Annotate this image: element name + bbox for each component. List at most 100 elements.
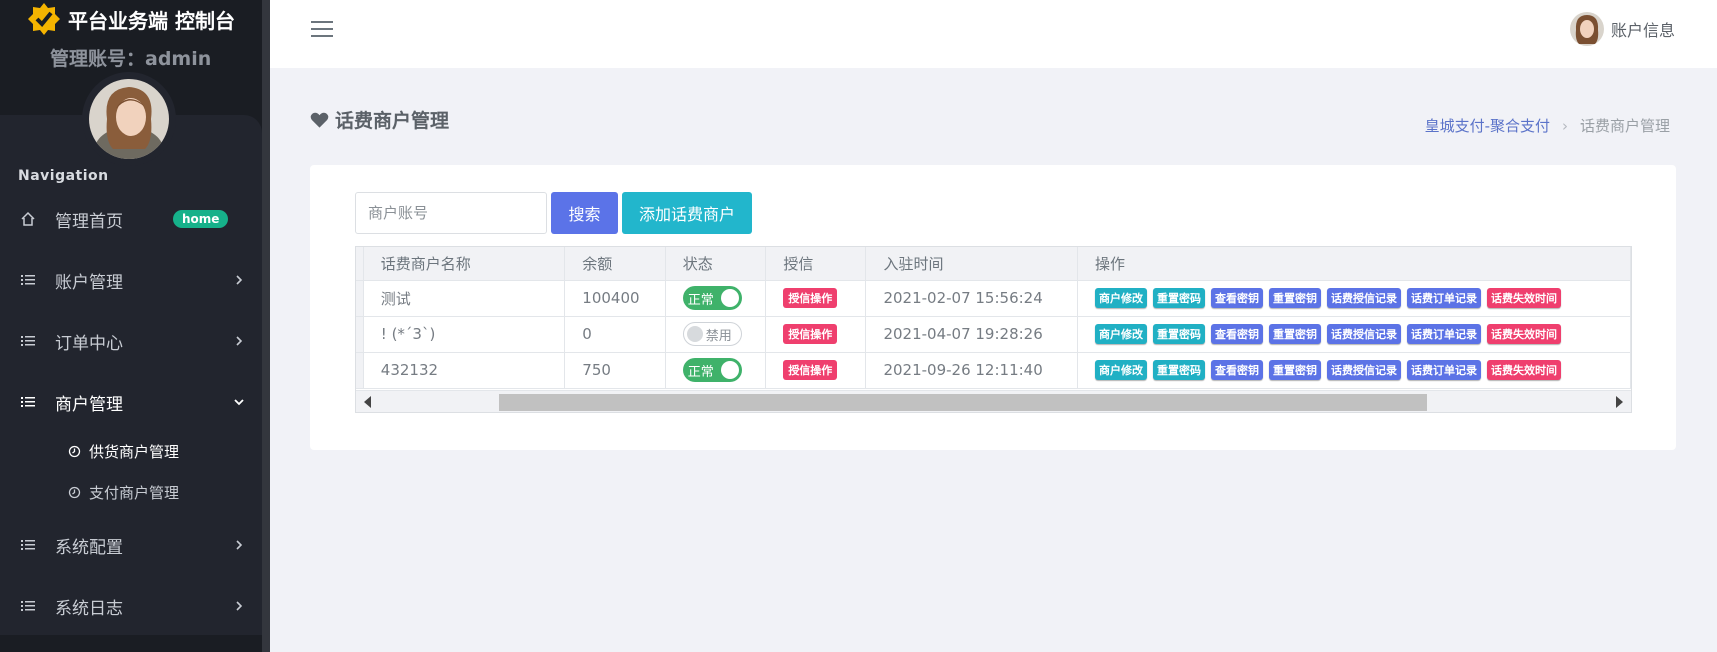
status-toggle[interactable]: 正常 [682, 286, 742, 310]
reset-key-button[interactable]: 重置密钥 [1268, 360, 1321, 380]
nav-heading: Navigation [18, 168, 109, 184]
scroll-right-icon[interactable] [1616, 396, 1623, 408]
chevron-right-icon [236, 540, 243, 550]
expiry-time-button[interactable]: 话费失效时间 [1486, 288, 1561, 308]
credit-cell: 授信操作 [765, 352, 867, 389]
home-icon [21, 211, 35, 226]
toggle-knob [720, 361, 739, 379]
reset-key-button[interactable]: 重置密钥 [1268, 288, 1321, 308]
balance-cell: 750 [564, 352, 666, 389]
sub-item-pay-merchants[interactable]: 支付商户管理 [0, 477, 262, 507]
page-title: 话费商户管理 [310, 106, 449, 133]
reset-password-button[interactable]: 重置密码 [1152, 288, 1205, 308]
order-records-button[interactable]: 话费订单记录 [1406, 288, 1481, 308]
reset-password-button[interactable]: 重置密码 [1152, 360, 1205, 380]
reset-password-button[interactable]: 重置密码 [1152, 324, 1205, 344]
status-toggle[interactable]: 正常 [682, 358, 742, 382]
credit-operation-button[interactable]: 授信操作 [783, 360, 838, 380]
sidebar-edge [262, 0, 270, 652]
admin-account-label: 管理账号：admin [50, 48, 212, 70]
nav-item-account[interactable]: 账户管理 [0, 260, 262, 300]
chevron-right-icon [236, 275, 243, 285]
credit-cell: 授信操作 [765, 316, 867, 353]
list-icon [21, 275, 35, 285]
search-button[interactable]: 搜索 [551, 192, 618, 234]
column-header[interactable]: 操作 [1077, 247, 1631, 281]
credit-records-button[interactable]: 话费授信记录 [1326, 288, 1401, 308]
credit-records-button[interactable]: 话费授信记录 [1326, 324, 1401, 344]
merchant-name-cell: ! (*´3`) [363, 316, 566, 353]
horizontal-scrollbar[interactable] [356, 390, 1631, 412]
status-toggle-label: 正常 [687, 292, 714, 308]
view-key-button[interactable]: 查看密钥 [1210, 324, 1263, 344]
status-cell: 正常 [665, 280, 767, 317]
merchant-table: 话费商户名称 余额 状态 授信 入驻时间 操作 测试 100400 正常 授信操… [355, 246, 1632, 413]
column-header[interactable]: 话费商户名称 [363, 247, 566, 281]
toggle-knob [686, 326, 703, 342]
actions-group: 商户修改 重置密码 查看密钥 重置密钥 话费授信记录 话费订单记录 话费失效时间 [1094, 360, 1630, 380]
brand[interactable]: 平台业务端 控制台 [26, 2, 235, 36]
sub-item-label: 供货商户管理 [89, 442, 180, 461]
nav-item-home[interactable]: 管理首页 home [0, 199, 262, 239]
account-menu[interactable]: 账户信息 [1569, 12, 1675, 46]
view-key-button[interactable]: 查看密钥 [1210, 288, 1263, 308]
chevron-down-icon [234, 399, 244, 406]
table-lead-cell [356, 280, 364, 317]
status-toggle[interactable]: 禁用 [682, 322, 742, 346]
merchant-name-cell: 测试 [363, 280, 566, 317]
order-records-button[interactable]: 话费订单记录 [1406, 324, 1481, 344]
nav-item-merchants[interactable]: 商户管理 [0, 382, 262, 422]
column-header[interactable]: 余额 [564, 247, 666, 281]
credit-operation-button[interactable]: 授信操作 [783, 324, 838, 344]
table-lead-cell [356, 352, 364, 389]
breadcrumb-separator: › [1561, 116, 1568, 135]
table-row: 432132 750 正常 授信操作 2021-09-26 12:11:40 商… [356, 352, 1631, 389]
table-row: ! (*´3`) 0 禁用 授信操作 2021-04-07 19:28:26 商… [356, 316, 1631, 353]
expiry-time-button[interactable]: 话费失效时间 [1486, 324, 1561, 344]
search-input[interactable] [355, 192, 547, 234]
reset-key-button[interactable]: 重置密钥 [1268, 324, 1321, 344]
edit-merchant-button[interactable]: 商户修改 [1094, 288, 1147, 308]
avatar [89, 79, 169, 159]
table-header-row: 话费商户名称 余额 状态 授信 入驻时间 操作 [356, 247, 1631, 281]
edit-merchant-button[interactable]: 商户修改 [1094, 360, 1147, 380]
sub-item-supply-merchants[interactable]: 供货商户管理 [0, 436, 262, 466]
edit-merchant-button[interactable]: 商户修改 [1094, 324, 1147, 344]
avatar [1569, 12, 1604, 46]
list-icon [21, 336, 35, 346]
breadcrumb: 皇城支付-聚合支付 › 话费商户管理 [1425, 115, 1670, 136]
sidebar-avatar [82, 72, 176, 166]
status-cell: 正常 [665, 352, 767, 389]
sub-item-label: 支付商户管理 [89, 483, 180, 502]
expiry-time-button[interactable]: 话费失效时间 [1486, 360, 1561, 380]
column-header[interactable]: 状态 [665, 247, 767, 281]
order-records-button[interactable]: 话费订单记录 [1406, 360, 1481, 380]
scrollbar-thumb[interactable] [499, 394, 1427, 411]
column-header[interactable]: 入驻时间 [865, 247, 1078, 281]
actions-cell: 商户修改 重置密码 查看密钥 重置密钥 话费授信记录 话费订单记录 话费失效时间 [1077, 316, 1631, 353]
balance-cell: 100400 [564, 280, 666, 317]
status-toggle-label: 正常 [687, 364, 714, 380]
table: 话费商户名称 余额 状态 授信 入驻时间 操作 测试 100400 正常 授信操… [356, 247, 1631, 389]
topbar: 账户信息 [270, 0, 1717, 68]
nav-item-settings[interactable]: 系统配置 [0, 525, 262, 565]
breadcrumb-link[interactable]: 皇城支付-聚合支付 [1425, 115, 1550, 136]
nav-item-logs[interactable]: 系统日志 [0, 586, 262, 626]
credit-operation-button[interactable]: 授信操作 [783, 288, 838, 308]
add-merchant-button[interactable]: 添加话费商户 [622, 192, 752, 234]
page-title-text: 话费商户管理 [335, 110, 450, 132]
join-time-cell: 2021-02-07 15:56:24 [865, 280, 1078, 317]
scroll-left-icon[interactable] [364, 396, 371, 408]
list-icon [21, 601, 35, 611]
nav-item-label: 系统日志 [55, 598, 123, 619]
view-key-button[interactable]: 查看密钥 [1210, 360, 1263, 380]
list-icon [21, 397, 35, 407]
column-header[interactable]: 授信 [765, 247, 867, 281]
brand-logo-icon [28, 3, 60, 35]
menu-toggle-icon[interactable] [311, 21, 333, 39]
status-toggle-label: 禁用 [705, 328, 732, 344]
credit-cell: 授信操作 [765, 280, 867, 317]
credit-records-button[interactable]: 话费授信记录 [1326, 360, 1401, 380]
nav-item-orders[interactable]: 订单中心 [0, 321, 262, 361]
nav-item-label: 账户管理 [55, 272, 123, 293]
